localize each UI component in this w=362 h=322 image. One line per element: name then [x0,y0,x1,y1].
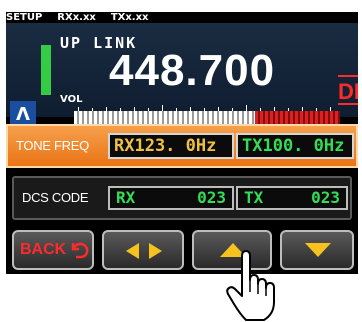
left-right-arrows-icon [126,243,162,259]
signal-indicator [41,45,51,95]
dcs-code-row[interactable]: DCS CODE RX 023 TX 023 [12,176,352,220]
dcs-code-label: DCS CODE [22,190,89,205]
tx-status: TXx.xx [110,12,149,23]
setup-label: SETUP [6,12,43,23]
meter-peak-zone [254,111,340,125]
tone-freq-row[interactable]: TONE FREQ RX123. 0Hz TX100. 0Hz [6,124,358,168]
rx-dcs-label: RX [116,188,136,207]
down-arrow-icon [305,243,331,257]
rx-dcs-value: 023 [197,188,226,207]
back-arrow-icon [71,242,89,259]
tx-tone-value[interactable]: TX100. 0Hz [236,133,354,159]
meter-level [74,111,255,125]
frequency-panel: UP LINK 448.700 VOL DN Λ [6,23,358,129]
tx-dcs-field[interactable]: TX 023 [236,186,348,210]
back-button[interactable]: BACK [12,230,94,270]
status-bar: SETUP RXx.xx TXx.xx [6,12,358,23]
left-right-button[interactable] [102,230,184,270]
frequency-display: 448.700 [109,46,276,95]
pointing-hand-icon [226,250,275,321]
rx-tone-value[interactable]: RX123. 0Hz [108,133,234,159]
back-label: BACK [20,241,67,258]
down-button[interactable] [280,230,354,270]
rx-dcs-field[interactable]: RX 023 [108,186,234,210]
dn-badge: DN [338,75,358,105]
rx-status: RXx.xx [57,12,96,23]
tone-freq-label: TONE FREQ [16,138,89,153]
vol-label: VOL [60,94,83,105]
volume-meter [74,111,340,125]
tx-dcs-value: 023 [311,188,340,207]
tx-dcs-label: TX [244,188,264,207]
radio-screen: SETUP RXx.xx TXx.xx UP LINK 448.700 VOL … [6,12,358,274]
